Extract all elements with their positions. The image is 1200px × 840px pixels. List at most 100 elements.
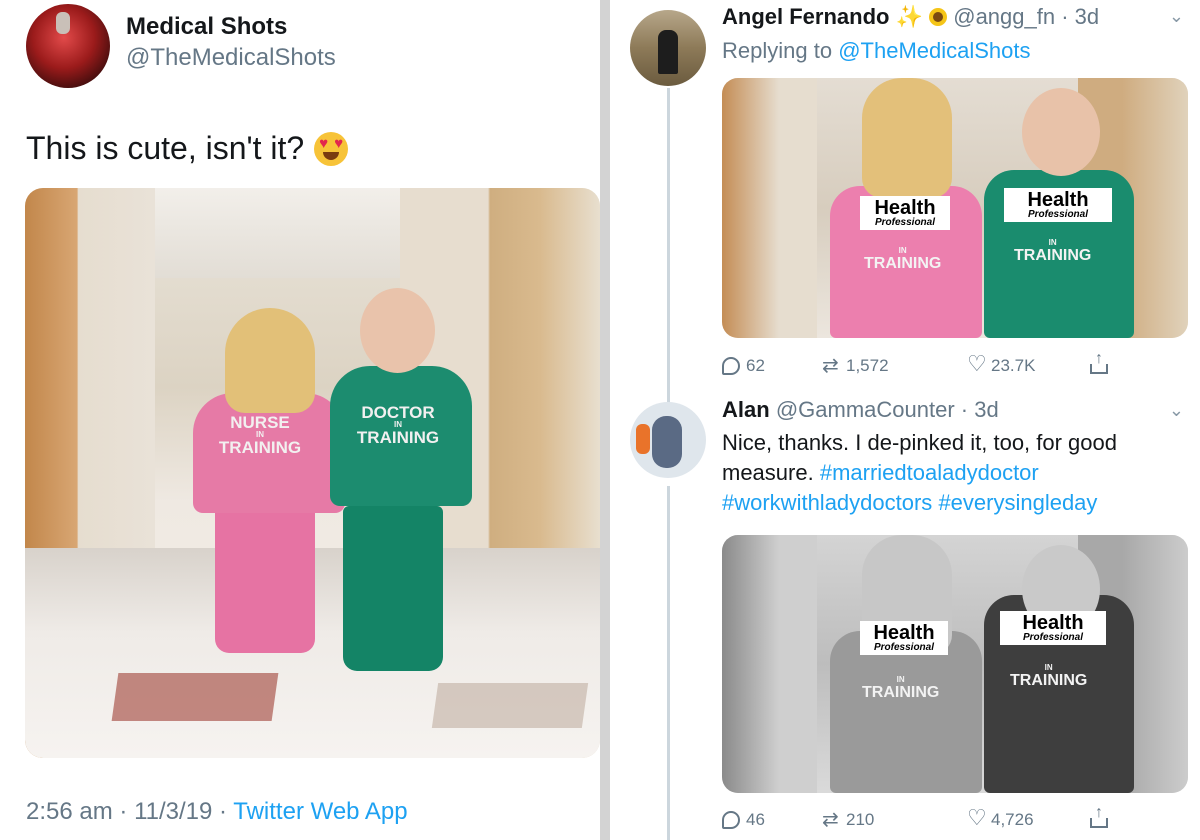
tweet-photo[interactable]: NURSE IN TRAINING DOCTOR IN TRAINING (25, 188, 600, 758)
nurse-shirt-label: NURSE IN TRAINING (215, 414, 305, 456)
replying-to-handle[interactable]: @TheMedicalShots (838, 38, 1030, 63)
photo-boy-pants (343, 506, 443, 671)
training-word: TRAINING (862, 684, 940, 701)
health-label-sub: Professional (1027, 209, 1089, 220)
separator: · (1055, 4, 1075, 29)
reply-age[interactable]: 3d (974, 397, 998, 422)
share-button[interactable] (1090, 350, 1108, 374)
training-label: IN TRAINING (864, 246, 941, 273)
photo-ceiling (155, 188, 400, 278)
health-label-title: Health (873, 622, 935, 644)
tweet-actions: 62 1,572 23.7K (722, 350, 1192, 386)
original-tweet: Medical Shots @TheMedicalShots This is c… (0, 0, 600, 840)
photo-girl-hair (862, 78, 952, 198)
doctor-shirt-label: DOCTOR IN TRAINING (343, 404, 453, 446)
retweet-count: 210 (846, 810, 875, 829)
health-label-sub: Professional (874, 217, 936, 228)
retweet-button[interactable]: 210 (822, 807, 875, 832)
like-count: 23.7K (991, 356, 1036, 375)
photo-girl-shirt (830, 631, 982, 793)
photo-girl-hair (225, 308, 315, 413)
reply-author-handle[interactable]: @angg_fn (953, 4, 1055, 29)
health-label: Health Professional (1000, 611, 1106, 645)
photo-floor-tile (111, 673, 279, 721)
separator: · (219, 798, 228, 825)
photo-boy-head (360, 288, 435, 373)
hashtag-link[interactable]: #marriedtoaladydoctor (820, 460, 1039, 485)
thread-line (667, 88, 670, 408)
avatar[interactable] (630, 10, 706, 86)
reply-author-handle[interactable]: @GammaCounter (776, 397, 955, 422)
panel-divider (600, 0, 610, 840)
chevron-down-icon[interactable]: ⌄ (1169, 6, 1184, 27)
separator: · (954, 397, 975, 422)
photo-boy-head (1022, 88, 1100, 176)
tweet-text-body: This is cute, isn't it? (26, 130, 305, 166)
retweet-icon (822, 807, 840, 832)
author-name[interactable]: Medical Shots (126, 13, 287, 41)
replying-prefix: Replying to (722, 38, 833, 63)
reply-icon (722, 811, 740, 829)
health-label-title: Health (1027, 189, 1089, 211)
nurse-label-bottom: TRAINING (218, 438, 302, 457)
retweet-button[interactable]: 1,572 (822, 353, 889, 378)
avatar[interactable] (26, 4, 110, 88)
health-label-title: Health (1022, 612, 1084, 634)
tweet-date[interactable]: 11/3/19 (134, 798, 212, 825)
photo-girl-pants (215, 503, 315, 653)
reply-author-name[interactable]: Alan (722, 397, 770, 422)
like-count: 4,726 (991, 810, 1034, 829)
separator: · (119, 798, 128, 825)
like-button[interactable]: 23.7K (967, 351, 1036, 377)
replying-to: Replying to @TheMedicalShots (722, 38, 1031, 64)
like-button[interactable]: 4,726 (967, 805, 1034, 831)
tweet-source-link[interactable]: Twitter Web App (233, 798, 407, 825)
retweet-icon (822, 353, 840, 378)
share-icon (1090, 804, 1108, 828)
training-in: IN (898, 246, 907, 255)
training-label: IN TRAINING (862, 675, 939, 702)
tweet-time[interactable]: 2:56 am (26, 798, 113, 825)
tweet-actions: 46 210 4,726 (722, 804, 1192, 840)
share-button[interactable] (1090, 804, 1108, 828)
health-label-sub: Professional (873, 642, 935, 653)
thread-line (667, 486, 670, 840)
reply-icon (722, 357, 740, 375)
replies-panel: Angel Fernando ✨ @angg_fn · 3d ⌄ Replyin… (610, 0, 1200, 840)
reply-button[interactable]: 62 (722, 356, 765, 376)
reply-header: Angel Fernando ✨ @angg_fn · 3d (722, 4, 1099, 30)
avatar[interactable] (630, 402, 706, 478)
training-word: TRAINING (864, 255, 942, 272)
health-label: Health Professional (1004, 188, 1112, 222)
tweet-timestamp: 2:56 am · 11/3/19 · Twitter Web App (26, 798, 408, 826)
reply-button[interactable]: 46 (722, 810, 765, 830)
training-label: IN TRAINING (1014, 238, 1091, 265)
reply-header: Alan @GammaCounter · 3d (722, 397, 999, 423)
chevron-down-icon[interactable]: ⌄ (1169, 400, 1184, 421)
health-label: Health Professional (860, 621, 948, 655)
training-in: IN (1044, 663, 1053, 672)
hashtag-link[interactable]: #everysingleday (938, 490, 1097, 515)
heart-eyes-emoji-icon (314, 131, 349, 166)
reply-age[interactable]: 3d (1075, 4, 1099, 29)
health-label: Health Professional (860, 196, 950, 230)
sunflower-icon (929, 8, 948, 26)
reply-text: Nice, thanks. I de-pinked it, too, for g… (722, 428, 1182, 518)
training-label: IN TRAINING (1010, 663, 1087, 690)
author-handle[interactable]: @TheMedicalShots (126, 44, 336, 72)
reply-author-name[interactable]: Angel Fernando (722, 4, 889, 29)
reply-photo[interactable]: Health Professional Health Professional … (722, 78, 1188, 338)
sparkles-icon: ✨ (895, 4, 923, 29)
health-label-title: Health (874, 197, 936, 219)
doctor-label-bottom: TRAINING (356, 428, 440, 447)
health-label-sub: Professional (1022, 632, 1084, 643)
training-in: IN (1048, 238, 1057, 247)
hashtag-link[interactable]: #workwithladydoctors (722, 490, 932, 515)
reply-photo[interactable]: Health Professional Health Professional … (722, 535, 1188, 793)
reply-count: 62 (746, 356, 765, 375)
heart-icon (967, 805, 987, 831)
tweet-text: This is cute, isn't it? (26, 130, 349, 167)
photo-wall-left (722, 78, 817, 338)
retweet-count: 1,572 (846, 356, 889, 375)
photo-floor-tile (431, 683, 589, 728)
